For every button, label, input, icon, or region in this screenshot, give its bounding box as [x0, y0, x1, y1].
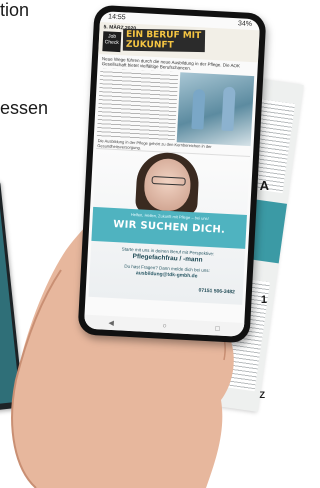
newspaper-label: 1	[260, 294, 267, 306]
home-icon[interactable]: ○	[162, 322, 167, 329]
background-text-1: tion	[0, 0, 30, 20]
recruitment-ad[interactable]: Helfen, Heilen, Zukunft mit Pflege – bei…	[88, 148, 251, 305]
newspaper-label: A	[259, 178, 269, 193]
newspaper-label: Z	[259, 390, 266, 400]
back-icon[interactable]: ◀	[108, 319, 114, 327]
status-time: 14:55	[107, 13, 126, 22]
article-headline: EIN BERUF MIT ZUKUNFT	[122, 28, 206, 53]
nav-bar: ◀ ○ □	[83, 314, 245, 337]
recent-apps-icon[interactable]: □	[215, 325, 220, 332]
article-body	[94, 68, 257, 147]
ad-banner: Helfen, Heilen, Zukunft mit Pflege – bei…	[91, 206, 247, 249]
phone-screen[interactable]: 14:55 34% 5. MÄRZ 2020 Job Check EIN BER…	[83, 11, 261, 337]
glasses	[151, 175, 186, 186]
ad-text: Starte mit uns in deinen Beruf mit Persp…	[90, 245, 245, 282]
background-text-2: essen	[0, 98, 49, 118]
section-tag: Job Check	[102, 31, 122, 53]
article-photo	[176, 72, 255, 147]
text-column	[96, 68, 179, 143]
status-battery: 34%	[237, 20, 253, 28]
ad-phone[interactable]: 07151 506-3482	[198, 288, 235, 296]
smartphone: 14:55 34% 5. MÄRZ 2020 Job Check EIN BER…	[77, 4, 267, 344]
